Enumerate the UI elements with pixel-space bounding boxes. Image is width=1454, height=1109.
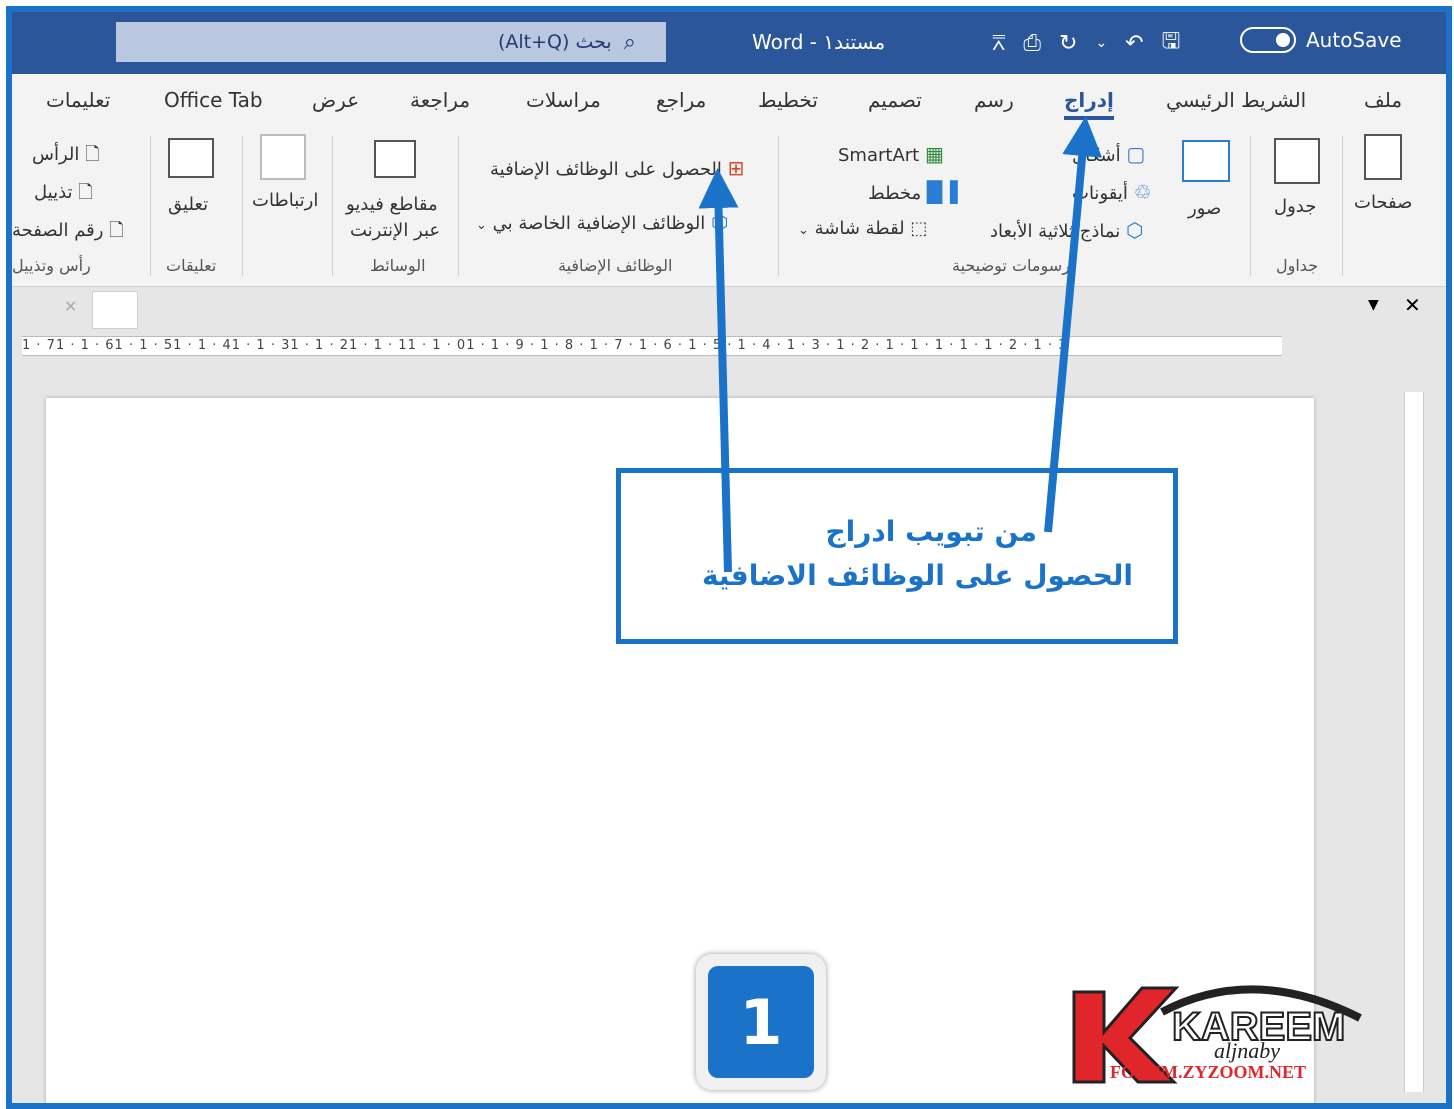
group-media-label: الوسائط bbox=[370, 256, 426, 275]
screenshot-icon: ⬚ bbox=[910, 218, 928, 239]
shapes-icon: ▢ bbox=[1126, 142, 1146, 166]
shapes-button[interactable]: ▢ أشكال bbox=[1072, 142, 1145, 166]
horizontal-ruler[interactable]: 1 · 71 · 1 · 61 · 1 · 51 · 1 · 41 · 1 · … bbox=[12, 330, 1392, 360]
document-tab-bar: ✕ ▼ ✕ bbox=[12, 287, 1446, 329]
group-addins-label: الوظائف الإضافية bbox=[558, 256, 673, 275]
tab-insert[interactable]: إدراج bbox=[1064, 88, 1114, 120]
group-tables-label: جداول bbox=[1276, 256, 1319, 275]
online-video-label-2[interactable]: عبر الإنترنت bbox=[350, 220, 440, 241]
tab-draw[interactable]: رسم bbox=[974, 88, 1014, 112]
search-icon: ⌕ bbox=[623, 29, 636, 55]
callout-line-2: الحصول على الوظائف الاضافية bbox=[701, 559, 1133, 592]
icons-button[interactable]: ♲ أيقونات bbox=[1072, 180, 1152, 204]
autosave-toggle[interactable] bbox=[1240, 27, 1296, 53]
print-preview-icon[interactable]: ⎙ bbox=[1023, 31, 1041, 56]
pages-label[interactable]: صفحات bbox=[1354, 192, 1412, 213]
pictures-label[interactable]: صور bbox=[1188, 198, 1221, 219]
separator bbox=[332, 136, 333, 276]
close-tabs-icon[interactable]: ✕ bbox=[1404, 293, 1421, 317]
tab-references[interactable]: مراجع bbox=[656, 88, 706, 112]
tab-file[interactable]: ملف bbox=[1364, 88, 1402, 112]
vertical-ruler[interactable] bbox=[1404, 392, 1424, 1092]
tab-view[interactable]: عرض bbox=[312, 88, 359, 112]
redo-icon[interactable]: ↶ bbox=[1125, 31, 1143, 56]
table-label[interactable]: جدول bbox=[1274, 196, 1316, 217]
undo-icon[interactable]: ↻ bbox=[1059, 31, 1077, 56]
comment-label[interactable]: تعليق bbox=[168, 194, 208, 215]
customize-qat-icon[interactable]: ⩞ bbox=[992, 31, 1005, 56]
doc-tab-close-icon[interactable]: ✕ bbox=[64, 297, 77, 316]
group-illustrations-label: رسومات توضيحية bbox=[952, 256, 1070, 275]
3d-models-button[interactable]: ⬡ نماذج ثلاثية الأبعاد bbox=[990, 218, 1143, 242]
store-grid-icon: ⊞ bbox=[727, 156, 745, 180]
footer-icon: 🗋 bbox=[78, 182, 93, 203]
annotation-callout: من تبويب ادراج الحصول على الوظائف الاضاف… bbox=[616, 468, 1178, 644]
document-title: Word - مستند١ bbox=[752, 30, 886, 54]
kareem-logo: KAREEM aljnaby FORUM.ZYZOOM.NET bbox=[1072, 985, 1362, 1084]
step-badge: 1 bbox=[696, 954, 826, 1090]
pages-icon[interactable] bbox=[1364, 134, 1402, 180]
tab-review[interactable]: مراجعة bbox=[410, 88, 470, 112]
autosave-control[interactable]: AutoSave bbox=[1240, 27, 1402, 53]
chevron-down-icon: ⌄ bbox=[476, 218, 487, 233]
links-label[interactable]: ارتباطات bbox=[252, 190, 318, 211]
separator bbox=[242, 136, 243, 276]
online-video-label-1[interactable]: مقاطع فيديو bbox=[346, 194, 438, 215]
tab-mailings[interactable]: مراسلات bbox=[526, 88, 601, 112]
ruler-scale: 1 · 71 · 1 · 61 · 1 · 51 · 1 · 41 · 1 · … bbox=[22, 336, 1282, 356]
screenshot-button[interactable]: ⬚ لقطة شاشة ⌄ bbox=[798, 218, 927, 239]
header-button[interactable]: 🗋 الرأس bbox=[32, 142, 100, 172]
save-icon[interactable]: 🖫 bbox=[1162, 24, 1181, 62]
tab-help[interactable]: تعليمات bbox=[46, 88, 110, 112]
chart-icon: ▐█ bbox=[926, 180, 958, 204]
callout-line-1: من تبويب ادراج bbox=[825, 515, 1037, 548]
ribbon-insert: صفحات جدول جداول صور ▢ أشكال ♲ أيقونات ⬡… bbox=[12, 126, 1446, 287]
chevron-down-icon: ⌄ bbox=[798, 223, 809, 238]
separator bbox=[1342, 136, 1343, 276]
logo-sub: aljnaby bbox=[1214, 1038, 1280, 1063]
pictures-icon[interactable] bbox=[1182, 140, 1230, 182]
tab-home[interactable]: الشريط الرئيسي bbox=[1166, 88, 1306, 112]
header-icon: 🗋 bbox=[85, 144, 100, 165]
title-bar: بحث (Alt+Q) ⌕ Word - مستند١ ⩞ ⎙ ↻ ⌄ ↶ 🖫 … bbox=[12, 12, 1446, 74]
tab-layout[interactable]: تخطيط bbox=[758, 88, 818, 112]
separator bbox=[778, 136, 779, 276]
addins-icon: ⬡ bbox=[711, 210, 729, 234]
search-placeholder: بحث (Alt+Q) bbox=[497, 31, 612, 53]
screenshot-frame: بحث (Alt+Q) ⌕ Word - مستند١ ⩞ ⎙ ↻ ⌄ ↶ 🖫 … bbox=[6, 6, 1452, 1109]
group-comments-label: تعليقات bbox=[166, 256, 217, 275]
online-video-icon[interactable] bbox=[374, 140, 416, 178]
cube-icon: ⬡ bbox=[1126, 218, 1144, 242]
footer-button[interactable]: 🗋 تذييل bbox=[34, 180, 93, 210]
separator bbox=[1250, 136, 1251, 276]
table-icon[interactable] bbox=[1274, 138, 1320, 184]
separator bbox=[150, 136, 151, 276]
logo-site: FORUM.ZYZOOM.NET bbox=[1110, 1062, 1306, 1082]
get-addins-button[interactable]: ⊞ الحصول على الوظائف الإضافية bbox=[490, 156, 744, 180]
chart-button[interactable]: ▐█ مخطط bbox=[868, 180, 958, 204]
tab-list-dropdown-icon[interactable]: ▼ bbox=[1368, 297, 1379, 313]
new-doc-tab[interactable] bbox=[92, 291, 138, 329]
page-number-button[interactable]: 🗋 رقم الصفحة bbox=[12, 218, 124, 248]
quick-access-toolbar: ⩞ ⎙ ↻ ⌄ ↶ 🖫 bbox=[992, 24, 1180, 62]
separator bbox=[458, 136, 459, 276]
autosave-label: AutoSave bbox=[1306, 28, 1402, 52]
icons-icon: ♲ bbox=[1133, 180, 1152, 204]
group-header-footer-label: رأس وتذييل bbox=[12, 256, 91, 275]
comment-icon[interactable] bbox=[168, 138, 214, 178]
search-box[interactable]: بحث (Alt+Q) ⌕ bbox=[116, 22, 666, 62]
my-addins-button[interactable]: ⬡ الوظائف الإضافية الخاصة بي ⌄ bbox=[476, 210, 729, 234]
smartart-button[interactable]: ▦ SmartArt bbox=[838, 142, 944, 166]
page-number-icon: 🗋 bbox=[109, 220, 124, 241]
link-icon[interactable] bbox=[260, 134, 306, 180]
smartart-icon: ▦ bbox=[924, 142, 944, 166]
tab-design[interactable]: تصميم bbox=[868, 88, 922, 112]
undo-dropdown-icon[interactable]: ⌄ bbox=[1095, 35, 1107, 51]
tab-office-tab[interactable]: Office Tab bbox=[164, 88, 263, 112]
ribbon-tabs: ملف الشريط الرئيسي إدراج رسم تصميم تخطيط… bbox=[12, 74, 1446, 126]
step-number: 1 bbox=[708, 966, 814, 1078]
